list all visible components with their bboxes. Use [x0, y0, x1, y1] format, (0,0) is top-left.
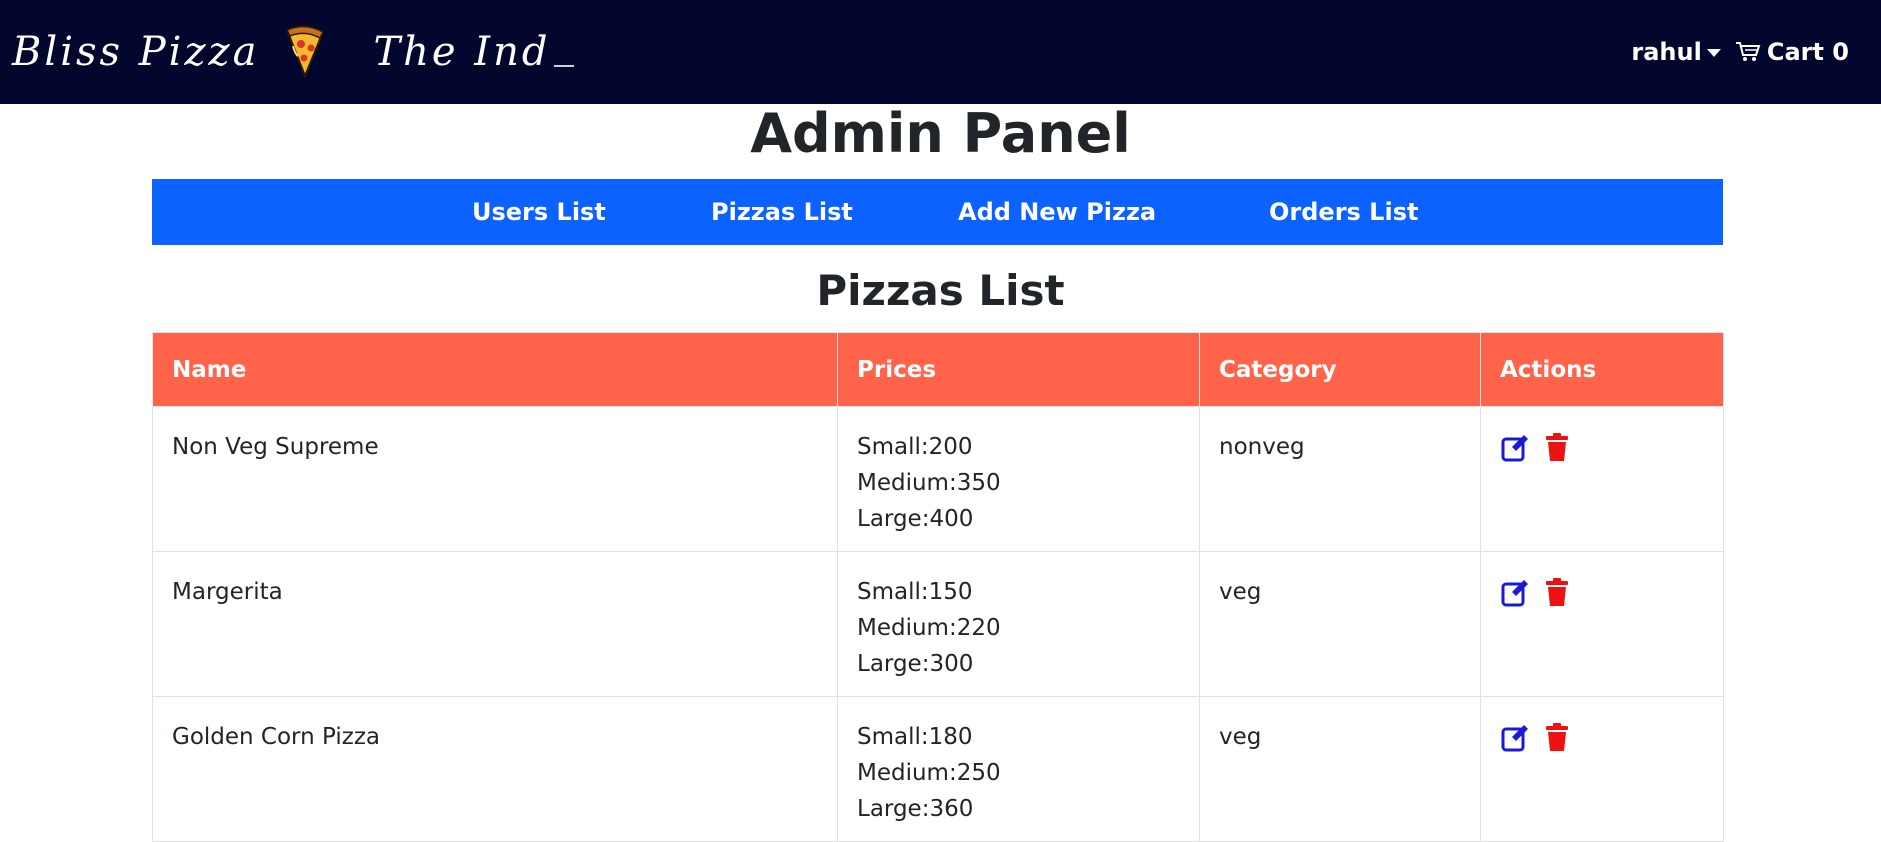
column-header-actions: Actions [1480, 332, 1724, 407]
nav-pizzas-list[interactable]: Pizzas List [711, 179, 853, 245]
delete-icon[interactable] [1542, 723, 1572, 753]
brand-link[interactable]: Bliss Pizza The Ind [12, 24, 575, 80]
pizza-name: Golden Corn Pizza [152, 696, 838, 842]
user-name: rahul [1631, 38, 1702, 66]
price-medium: Medium:220 [857, 615, 1001, 641]
top-navbar: Bliss Pizza The Ind rahul Cart 0 [0, 0, 1881, 104]
pizzas-table-container: Name Prices Category Actions Non Veg Sup… [152, 332, 1724, 842]
price-medium: Medium:250 [857, 760, 1001, 786]
cart-icon [1735, 42, 1761, 61]
price-large: Large:400 [857, 506, 974, 532]
edit-icon[interactable] [1500, 433, 1530, 463]
page-title: Admin Panel [750, 102, 1131, 165]
pizza-name: Non Veg Supreme [152, 406, 838, 552]
price-large: Large:300 [857, 651, 974, 677]
cart-label: Cart 0 [1766, 38, 1849, 66]
cart-link[interactable]: Cart 0 [1735, 38, 1849, 66]
price-large: Large:360 [857, 796, 974, 822]
price-small: Small:200 [857, 434, 973, 460]
table-header-row: Name Prices Category Actions [152, 332, 1724, 407]
pizzas-table: Name Prices Category Actions Non Veg Sup… [152, 332, 1724, 842]
nav-orders-list[interactable]: Orders List [1269, 179, 1418, 245]
nav-add-new-pizza[interactable]: Add New Pizza [958, 179, 1156, 245]
pizza-actions [1480, 406, 1724, 552]
pizza-prices: Small:200 Medium:350 Large:400 [837, 406, 1200, 552]
typing-cursor [554, 65, 575, 67]
pizza-prices: Small:150 Medium:220 Large:300 [837, 551, 1200, 697]
price-small: Small:180 [857, 724, 973, 750]
price-small: Small:150 [857, 579, 973, 605]
pizza-actions [1480, 696, 1724, 842]
brand-typing-text: The Ind [373, 29, 575, 75]
nav-users-list[interactable]: Users List [472, 179, 606, 245]
nav-right-group: rahul Cart 0 [1631, 38, 1849, 66]
edit-icon[interactable] [1500, 723, 1530, 753]
table-row: Non Veg Supreme Small:200 Medium:350 Lar… [152, 406, 1724, 552]
delete-icon[interactable] [1542, 578, 1572, 608]
edit-icon[interactable] [1500, 578, 1530, 608]
user-dropdown[interactable]: rahul [1631, 38, 1721, 66]
table-row: Golden Corn Pizza Small:180 Medium:250 L… [152, 696, 1724, 842]
pizza-actions [1480, 551, 1724, 697]
section-title: Pizzas List [816, 266, 1065, 315]
brand-name: Bliss Pizza [12, 29, 260, 75]
admin-nav-bar: Users List Pizzas List Add New Pizza Ord… [152, 179, 1723, 245]
chevron-down-icon [1706, 49, 1721, 57]
delete-icon[interactable] [1542, 433, 1572, 463]
price-medium: Medium:350 [857, 470, 1001, 496]
pizza-category: veg [1199, 696, 1481, 842]
pizza-category: nonveg [1199, 406, 1481, 552]
pizza-category: veg [1199, 551, 1481, 697]
pizza-name: Margerita [152, 551, 838, 697]
column-header-category: Category [1199, 332, 1481, 407]
pizza-slice-icon [286, 25, 325, 79]
pizza-prices: Small:180 Medium:250 Large:360 [837, 696, 1200, 842]
column-header-name: Name [152, 332, 838, 407]
column-header-prices: Prices [837, 332, 1200, 407]
table-row: Margerita Small:150 Medium:220 Large:300… [152, 551, 1724, 697]
